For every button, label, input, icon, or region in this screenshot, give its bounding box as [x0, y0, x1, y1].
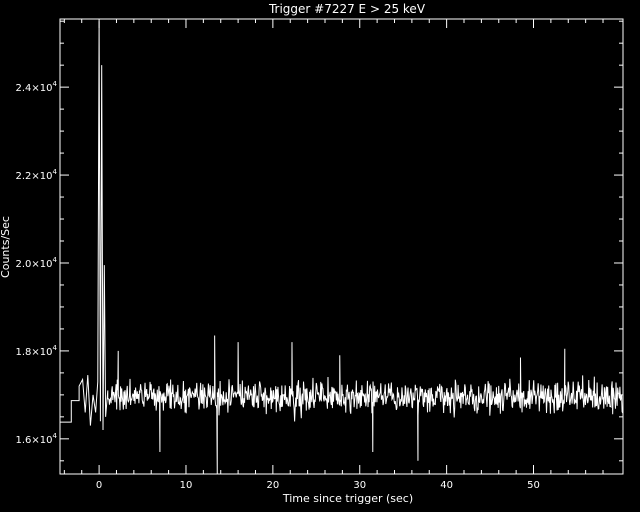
y-tick-label: 2.4×104 [16, 80, 58, 94]
x-tick-label: 50 [527, 480, 540, 491]
y-axis-label: Counts/Sec [0, 216, 12, 278]
y-tick-label-exponent: 4 [53, 168, 58, 176]
y-tick-label-exponent: 4 [53, 80, 58, 88]
x-tick-label: 0 [96, 480, 102, 491]
x-tick-label: 10 [180, 480, 193, 491]
chart-title: Trigger #7227 E > 25 keV [268, 2, 426, 16]
y-tick-label: 2.0×104 [16, 256, 58, 270]
y-tick-label-exponent: 4 [53, 344, 58, 352]
y-tick-label-exponent: 4 [53, 432, 58, 440]
y-tick-label-base: 1.6×10 [16, 435, 53, 446]
y-tick-label: 2.2×104 [16, 168, 58, 182]
y-tick-label-base: 2.4×10 [16, 83, 53, 94]
x-tick-label: 30 [353, 480, 366, 491]
y-tick-label-base: 2.2×10 [16, 171, 53, 182]
chart-background [0, 0, 640, 512]
chart-plot: Trigger #7227 E > 25 keV Time since trig… [0, 0, 640, 512]
y-tick-label: 1.8×104 [16, 344, 58, 358]
y-tick-label-base: 1.8×10 [16, 347, 53, 358]
y-tick-label-base: 2.0×10 [16, 259, 53, 270]
y-tick-label: 1.6×104 [16, 432, 58, 446]
x-axis-label: Time since trigger (sec) [282, 492, 413, 505]
x-tick-label: 40 [440, 480, 453, 491]
x-tick-label: 20 [266, 480, 279, 491]
y-tick-label-exponent: 4 [53, 256, 58, 264]
